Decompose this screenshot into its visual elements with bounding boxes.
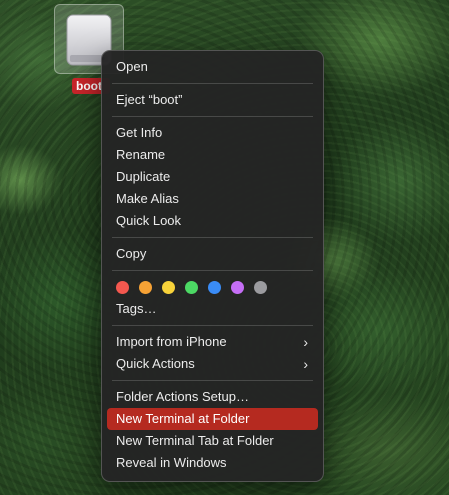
menu-item-get-info[interactable]: Get Info bbox=[107, 122, 318, 144]
chevron-right-icon: › bbox=[303, 356, 308, 372]
tag-gray-dot[interactable] bbox=[254, 280, 267, 294]
menu-item-open[interactable]: Open bbox=[107, 56, 318, 78]
menu-item-tags[interactable]: Tags… bbox=[107, 298, 318, 320]
menu-item-folder-actions-setup[interactable]: Folder Actions Setup… bbox=[107, 386, 318, 408]
tag-orange-dot[interactable] bbox=[139, 280, 152, 294]
menu-item-label: Import from iPhone bbox=[116, 334, 227, 349]
menu-item-new-terminal-at-folder[interactable]: New Terminal at Folder bbox=[107, 408, 318, 430]
tag-yellow-dot[interactable] bbox=[162, 280, 175, 294]
tag-green-dot[interactable] bbox=[185, 280, 198, 294]
menu-item-import-from-iphone[interactable]: Import from iPhone › bbox=[107, 331, 318, 353]
tag-color-row bbox=[107, 276, 318, 298]
menu-separator bbox=[112, 116, 313, 117]
menu-item-eject[interactable]: Eject “boot” bbox=[107, 89, 318, 111]
menu-item-quick-actions[interactable]: Quick Actions › bbox=[107, 353, 318, 375]
menu-item-quick-look[interactable]: Quick Look bbox=[107, 210, 318, 232]
chevron-right-icon: › bbox=[303, 334, 308, 350]
menu-separator bbox=[112, 325, 313, 326]
menu-item-new-terminal-tab-at-folder[interactable]: New Terminal Tab at Folder bbox=[107, 430, 318, 452]
menu-item-make-alias[interactable]: Make Alias bbox=[107, 188, 318, 210]
menu-separator bbox=[112, 270, 313, 271]
menu-item-duplicate[interactable]: Duplicate bbox=[107, 166, 318, 188]
menu-item-copy[interactable]: Copy bbox=[107, 243, 318, 265]
menu-separator bbox=[112, 237, 313, 238]
tag-blue-dot[interactable] bbox=[208, 280, 221, 294]
menu-separator bbox=[112, 380, 313, 381]
context-menu: Open Eject “boot” Get Info Rename Duplic… bbox=[101, 50, 324, 482]
menu-separator bbox=[112, 83, 313, 84]
menu-item-label: Quick Actions bbox=[116, 356, 195, 371]
tag-red-dot[interactable] bbox=[116, 280, 129, 294]
menu-item-reveal-in-windows[interactable]: Reveal in Windows bbox=[107, 452, 318, 474]
tag-purple-dot[interactable] bbox=[231, 280, 244, 294]
menu-item-rename[interactable]: Rename bbox=[107, 144, 318, 166]
